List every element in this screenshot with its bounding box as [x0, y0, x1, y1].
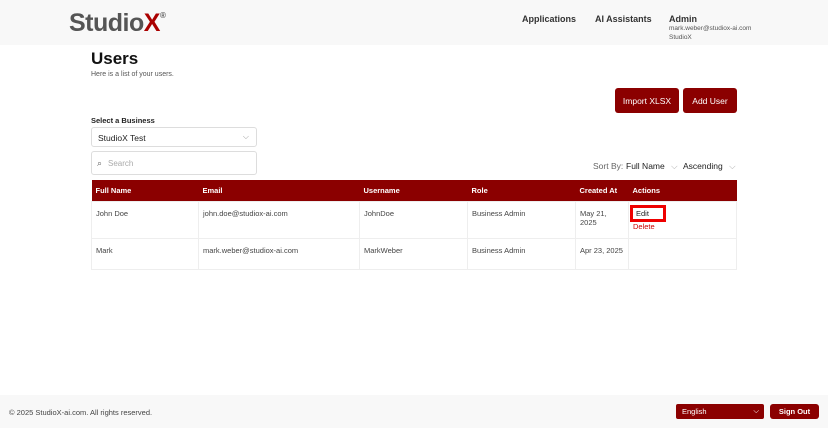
admin-name: Admin	[669, 14, 751, 24]
business-select[interactable]: StudioX Test ⌵	[91, 127, 257, 147]
business-label: Select a Business	[91, 116, 155, 125]
chevron-down-icon: ⌵	[729, 161, 735, 171]
table-row: Mark mark.weber@studiox-ai.com MarkWeber…	[92, 238, 737, 269]
cell-username: MarkWeber	[360, 238, 468, 269]
cell-email: john.doe@studiox-ai.com	[199, 201, 360, 238]
cell-created: May 21, 2025	[576, 201, 629, 238]
chevron-down-icon: ⌵	[753, 406, 759, 416]
cell-role: Business Admin	[468, 238, 576, 269]
cell-actions: Edit Delete	[629, 201, 737, 238]
copyright: © 2025 StudioX-ai.com. All rights reserv…	[9, 408, 152, 417]
users-table: Full Name Email Username Role Created At…	[91, 180, 737, 270]
language-select[interactable]: English ⌵	[676, 404, 764, 419]
col-actions: Actions	[629, 180, 737, 201]
table-row: John Doe john.doe@studiox-ai.com JohnDoe…	[92, 201, 737, 238]
cell-email: mark.weber@studiox-ai.com	[199, 238, 360, 269]
sort-field-select[interactable]: Full Name ⌵	[626, 161, 678, 172]
col-email[interactable]: Email	[199, 180, 360, 201]
sort-order-value: Ascending	[683, 161, 723, 171]
sort-label: Sort By:	[593, 161, 623, 171]
page-title: Users	[91, 49, 138, 69]
footer: © 2025 StudioX-ai.com. All rights reserv…	[0, 395, 828, 428]
cell-role: Business Admin	[468, 201, 576, 238]
col-created-at[interactable]: Created At	[576, 180, 629, 201]
import-xlsx-button[interactable]: Import XLSX	[615, 88, 679, 113]
admin-email: mark.weber@studiox-ai.com	[669, 24, 751, 33]
edit-button[interactable]: Edit	[633, 208, 663, 219]
sort-field-value: Full Name	[626, 161, 665, 171]
col-full-name[interactable]: Full Name	[92, 180, 199, 201]
cell-actions	[629, 238, 737, 269]
chevron-down-icon: ⌵	[243, 132, 249, 142]
search-input[interactable]: ⌕ Search	[91, 151, 257, 175]
add-user-button[interactable]: Add User	[683, 88, 737, 113]
language-value: English	[682, 407, 707, 416]
search-placeholder: Search	[108, 159, 133, 168]
top-header: StudioX® Applications AI Assistants Admi…	[0, 0, 828, 45]
nav-applications[interactable]: Applications	[522, 14, 576, 24]
chevron-down-icon: ⌵	[671, 161, 677, 171]
business-value: StudioX Test	[98, 133, 146, 143]
sign-out-button[interactable]: Sign Out	[770, 404, 819, 419]
search-icon: ⌕	[97, 158, 102, 169]
col-username[interactable]: Username	[360, 180, 468, 201]
cell-username: JohnDoe	[360, 201, 468, 238]
sort-order-select[interactable]: Ascending ⌵	[683, 161, 736, 172]
page-subtitle: Here is a list of your users.	[91, 71, 174, 78]
col-role[interactable]: Role	[468, 180, 576, 201]
studiox-logo[interactable]: StudioX®	[69, 9, 165, 38]
admin-menu[interactable]: Admin mark.weber@studiox-ai.com StudioX	[669, 14, 751, 42]
cell-name: John Doe	[92, 201, 199, 238]
cell-created: Apr 23, 2025	[576, 238, 629, 269]
nav-ai-assistants[interactable]: AI Assistants	[595, 14, 652, 24]
table-header: Full Name Email Username Role Created At…	[92, 180, 737, 201]
admin-org: StudioX	[669, 33, 751, 42]
cell-name: Mark	[92, 238, 199, 269]
delete-button[interactable]: Delete	[633, 222, 732, 231]
